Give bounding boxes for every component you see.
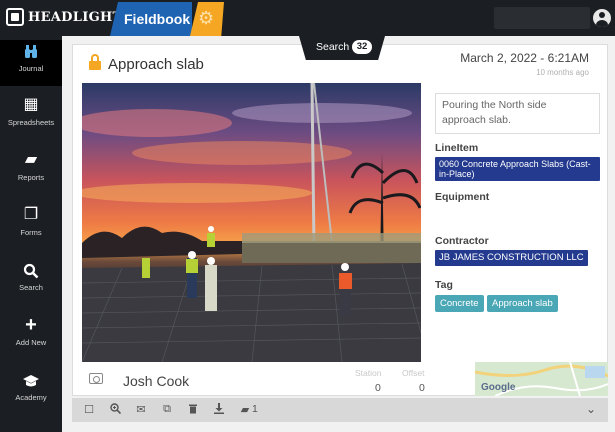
entry-age: 10 months ago <box>536 68 589 77</box>
map-attribution: Google <box>481 382 516 393</box>
email-icon[interactable]: ✉ <box>134 403 148 416</box>
contractor-label: Contractor <box>435 235 489 247</box>
tag-chip-concrete[interactable]: Concrete <box>435 295 484 312</box>
grid-icon: ▦ <box>23 96 39 113</box>
sidebar-item-label: Reports <box>17 173 45 182</box>
offset-label: Offset <box>402 368 425 378</box>
gear-icon: ⚙ <box>198 8 215 28</box>
search-count-badge: 32 <box>352 40 372 54</box>
app-tab-fieldbook[interactable]: Fieldbook <box>110 2 192 36</box>
station-value: 0 <box>375 382 381 394</box>
chevron-down-icon[interactable]: ⌄ <box>584 402 598 416</box>
sidebar-item-label: Search <box>19 283 43 292</box>
entry-photo[interactable] <box>82 83 421 362</box>
offset-value: 0 <box>419 382 425 394</box>
report-pages-icon[interactable]: ▰ <box>238 403 252 416</box>
copy-icon[interactable]: ⧉ <box>160 403 174 416</box>
logo-text: HEADLIGHT <box>28 9 123 25</box>
binoculars-icon <box>0 40 62 62</box>
sidebar-item-journal[interactable]: Journal <box>0 40 62 86</box>
camera-icon[interactable] <box>89 373 103 384</box>
forms-icon: ❐ <box>23 206 39 223</box>
search-results-tab[interactable]: Search 32 <box>299 36 385 60</box>
zoom-icon[interactable] <box>108 403 122 417</box>
sidebar-item-search[interactable]: Search <box>0 259 62 305</box>
tag-label: Tag <box>435 279 453 291</box>
line-item-label: LineItem <box>435 142 479 154</box>
contractor-chip[interactable]: JB JAMES CONSTRUCTION LLC <box>435 250 588 266</box>
download-icon[interactable] <box>212 403 226 417</box>
user-avatar-icon[interactable] <box>593 9 611 27</box>
report-icon: ▰ <box>24 151 38 168</box>
sidebar-item-label: Academy <box>15 393 47 402</box>
sidebar-item-reports[interactable]: ▰ Reports <box>0 149 62 195</box>
settings-tab[interactable]: ⚙ <box>190 2 224 36</box>
line-item-chip[interactable]: 0060 Concrete Approach Slabs (Cast-in-Pl… <box>435 157 600 181</box>
top-bar: HEADLIGHT Fieldbook ⚙ <box>0 0 615 36</box>
headlight-logo[interactable]: HEADLIGHT <box>6 8 123 26</box>
global-search-input[interactable] <box>494 7 590 29</box>
sidebar-item-label: Add New <box>15 338 47 347</box>
entry-card: Approach slab Search 32 March 2, 2022 - … <box>72 36 608 396</box>
entry-title: Approach slab <box>108 56 204 73</box>
search-icon <box>0 259 62 281</box>
select-checkbox[interactable]: ☐ <box>82 403 96 416</box>
entry-toolbar: ☐ ✉ ⧉ ▰ 1 ⌄ <box>72 398 608 422</box>
sidebar-item-spreadsheets[interactable]: ▦ Spreadsheets <box>0 94 62 140</box>
logo-mark-icon <box>6 8 24 26</box>
sidebar-item-label: Forms <box>20 228 42 237</box>
equipment-label: Equipment <box>435 191 490 203</box>
entry-date: March 2, 2022 - 6:21AM <box>460 51 589 65</box>
sidebar-item-label: Journal <box>18 64 44 73</box>
description-text[interactable]: Pouring the North side approach slab. <box>435 93 600 134</box>
lock-icon <box>89 54 101 70</box>
sidebar-item-add-new[interactable]: + Add New <box>0 314 62 360</box>
plus-icon: + <box>25 314 37 336</box>
sidebar-item-forms[interactable]: ❐ Forms <box>0 204 62 250</box>
author-name: Josh Cook <box>123 373 190 389</box>
graduation-cap-icon <box>0 369 62 391</box>
report-pages-count: 1 <box>252 403 258 415</box>
trash-icon[interactable] <box>186 403 200 417</box>
app-name: Fieldbook <box>124 11 191 27</box>
station-label: Station <box>355 368 382 378</box>
sidebar-item-label: Spreadsheets <box>7 118 55 127</box>
tag-chip-approach-slab[interactable]: Approach slab <box>487 295 558 312</box>
sidebar: Journal ▦ Spreadsheets ▰ Reports ❐ Forms… <box>0 36 62 432</box>
search-tab-label: Search <box>316 41 350 53</box>
location-map[interactable]: Google <box>475 362 608 396</box>
sidebar-item-academy[interactable]: Academy <box>0 369 62 415</box>
